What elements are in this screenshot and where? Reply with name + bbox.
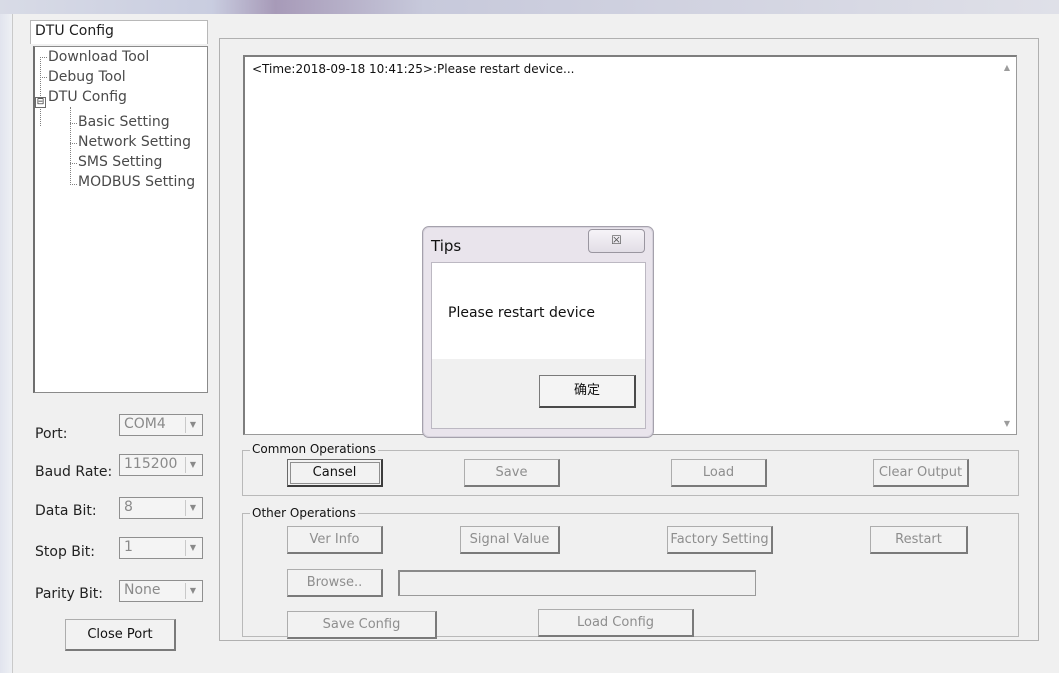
tree-item-debug-tool[interactable]: Debug Tool <box>48 69 126 85</box>
chevron-down-icon: ▼ <box>185 417 200 433</box>
config-path-field[interactable] <box>398 570 756 596</box>
data-bit-select[interactable]: 8 ▼ <box>119 497 203 519</box>
stop-bit-select[interactable]: 1 ▼ <box>119 537 203 559</box>
cancel-button[interactable]: Cansel <box>287 459 383 487</box>
close-port-button[interactable]: Close Port <box>65 619 176 651</box>
other-operations-title: Other Operations <box>250 506 358 520</box>
load-button[interactable]: Load <box>671 459 767 487</box>
close-icon[interactable]: ☒ <box>588 229 645 253</box>
stop-bit-label: Stop Bit: <box>35 544 95 560</box>
tips-dialog: Tips ☒ Please restart device 确定 <box>422 226 654 438</box>
common-operations-title: Common Operations <box>250 442 378 456</box>
tree-connector <box>70 163 77 164</box>
minus-box-icon[interactable]: ⊟ <box>35 97 46 108</box>
save-config-button[interactable]: Save Config <box>287 611 437 639</box>
signal-value-button[interactable]: Signal Value <box>460 526 560 554</box>
ver-info-button[interactable]: Ver Info <box>287 526 383 554</box>
top-title-strip <box>0 0 1059 14</box>
load-config-button[interactable]: Load Config <box>538 609 694 637</box>
scroll-up-icon[interactable]: ▲ <box>1004 63 1010 72</box>
stop-bit-value: 1 <box>124 539 133 555</box>
data-bit-value: 8 <box>124 499 133 515</box>
baud-rate-label: Baud Rate: <box>35 464 113 480</box>
save-button[interactable]: Save <box>464 459 560 487</box>
chevron-down-icon: ▼ <box>185 500 200 516</box>
tree-item-sms-setting[interactable]: SMS Setting <box>78 154 162 170</box>
data-bit-label: Data Bit: <box>35 503 97 519</box>
tree-connector <box>70 184 77 185</box>
tree-item-dtu-config[interactable]: DTU Config <box>48 89 127 105</box>
ok-button[interactable]: 确定 <box>539 375 636 408</box>
log-line: <Time:2018-09-18 10:41:25>:Please restar… <box>252 62 575 76</box>
port-select[interactable]: COM4 ▼ <box>119 414 203 436</box>
scroll-down-icon[interactable]: ▼ <box>1004 419 1010 428</box>
tree-item-network-setting[interactable]: Network Setting <box>78 134 191 150</box>
dialog-footer: 确定 <box>431 359 646 429</box>
tree-connector <box>40 57 47 58</box>
factory-setting-button[interactable]: Factory Setting <box>667 526 773 554</box>
dialog-title: Tips <box>431 237 462 255</box>
nav-tree[interactable]: Download Tool Debug Tool ⊟ DTU Config Ba… <box>33 46 208 393</box>
tree-connector <box>70 107 71 185</box>
tree-connector <box>40 77 47 78</box>
dialog-body: Please restart device <box>431 262 646 359</box>
baud-rate-select[interactable]: 115200 ▼ <box>119 454 203 476</box>
parity-bit-label: Parity Bit: <box>35 586 103 602</box>
parity-bit-select[interactable]: None ▼ <box>119 580 203 602</box>
tree-connector <box>70 143 77 144</box>
restart-button[interactable]: Restart <box>870 526 968 554</box>
window-left-edge <box>0 14 13 673</box>
tree-header: DTU Config <box>30 20 208 44</box>
tree-connector <box>70 123 77 124</box>
chevron-down-icon: ▼ <box>185 540 200 556</box>
parity-bit-value: None <box>124 582 161 598</box>
tree-item-download-tool[interactable]: Download Tool <box>48 49 149 65</box>
tree-item-basic-setting[interactable]: Basic Setting <box>78 114 170 130</box>
clear-output-button[interactable]: Clear Output <box>873 459 969 487</box>
port-value: COM4 <box>124 416 166 432</box>
tree-item-modbus-setting[interactable]: MODBUS Setting <box>78 174 195 190</box>
baud-rate-value: 115200 <box>124 456 178 472</box>
port-label: Port: <box>35 426 68 442</box>
chevron-down-icon: ▼ <box>185 457 200 473</box>
dialog-message: Please restart device <box>448 305 595 321</box>
tree-connector <box>40 57 41 126</box>
browse-button[interactable]: Browse.. <box>287 569 383 597</box>
chevron-down-icon: ▼ <box>185 583 200 599</box>
